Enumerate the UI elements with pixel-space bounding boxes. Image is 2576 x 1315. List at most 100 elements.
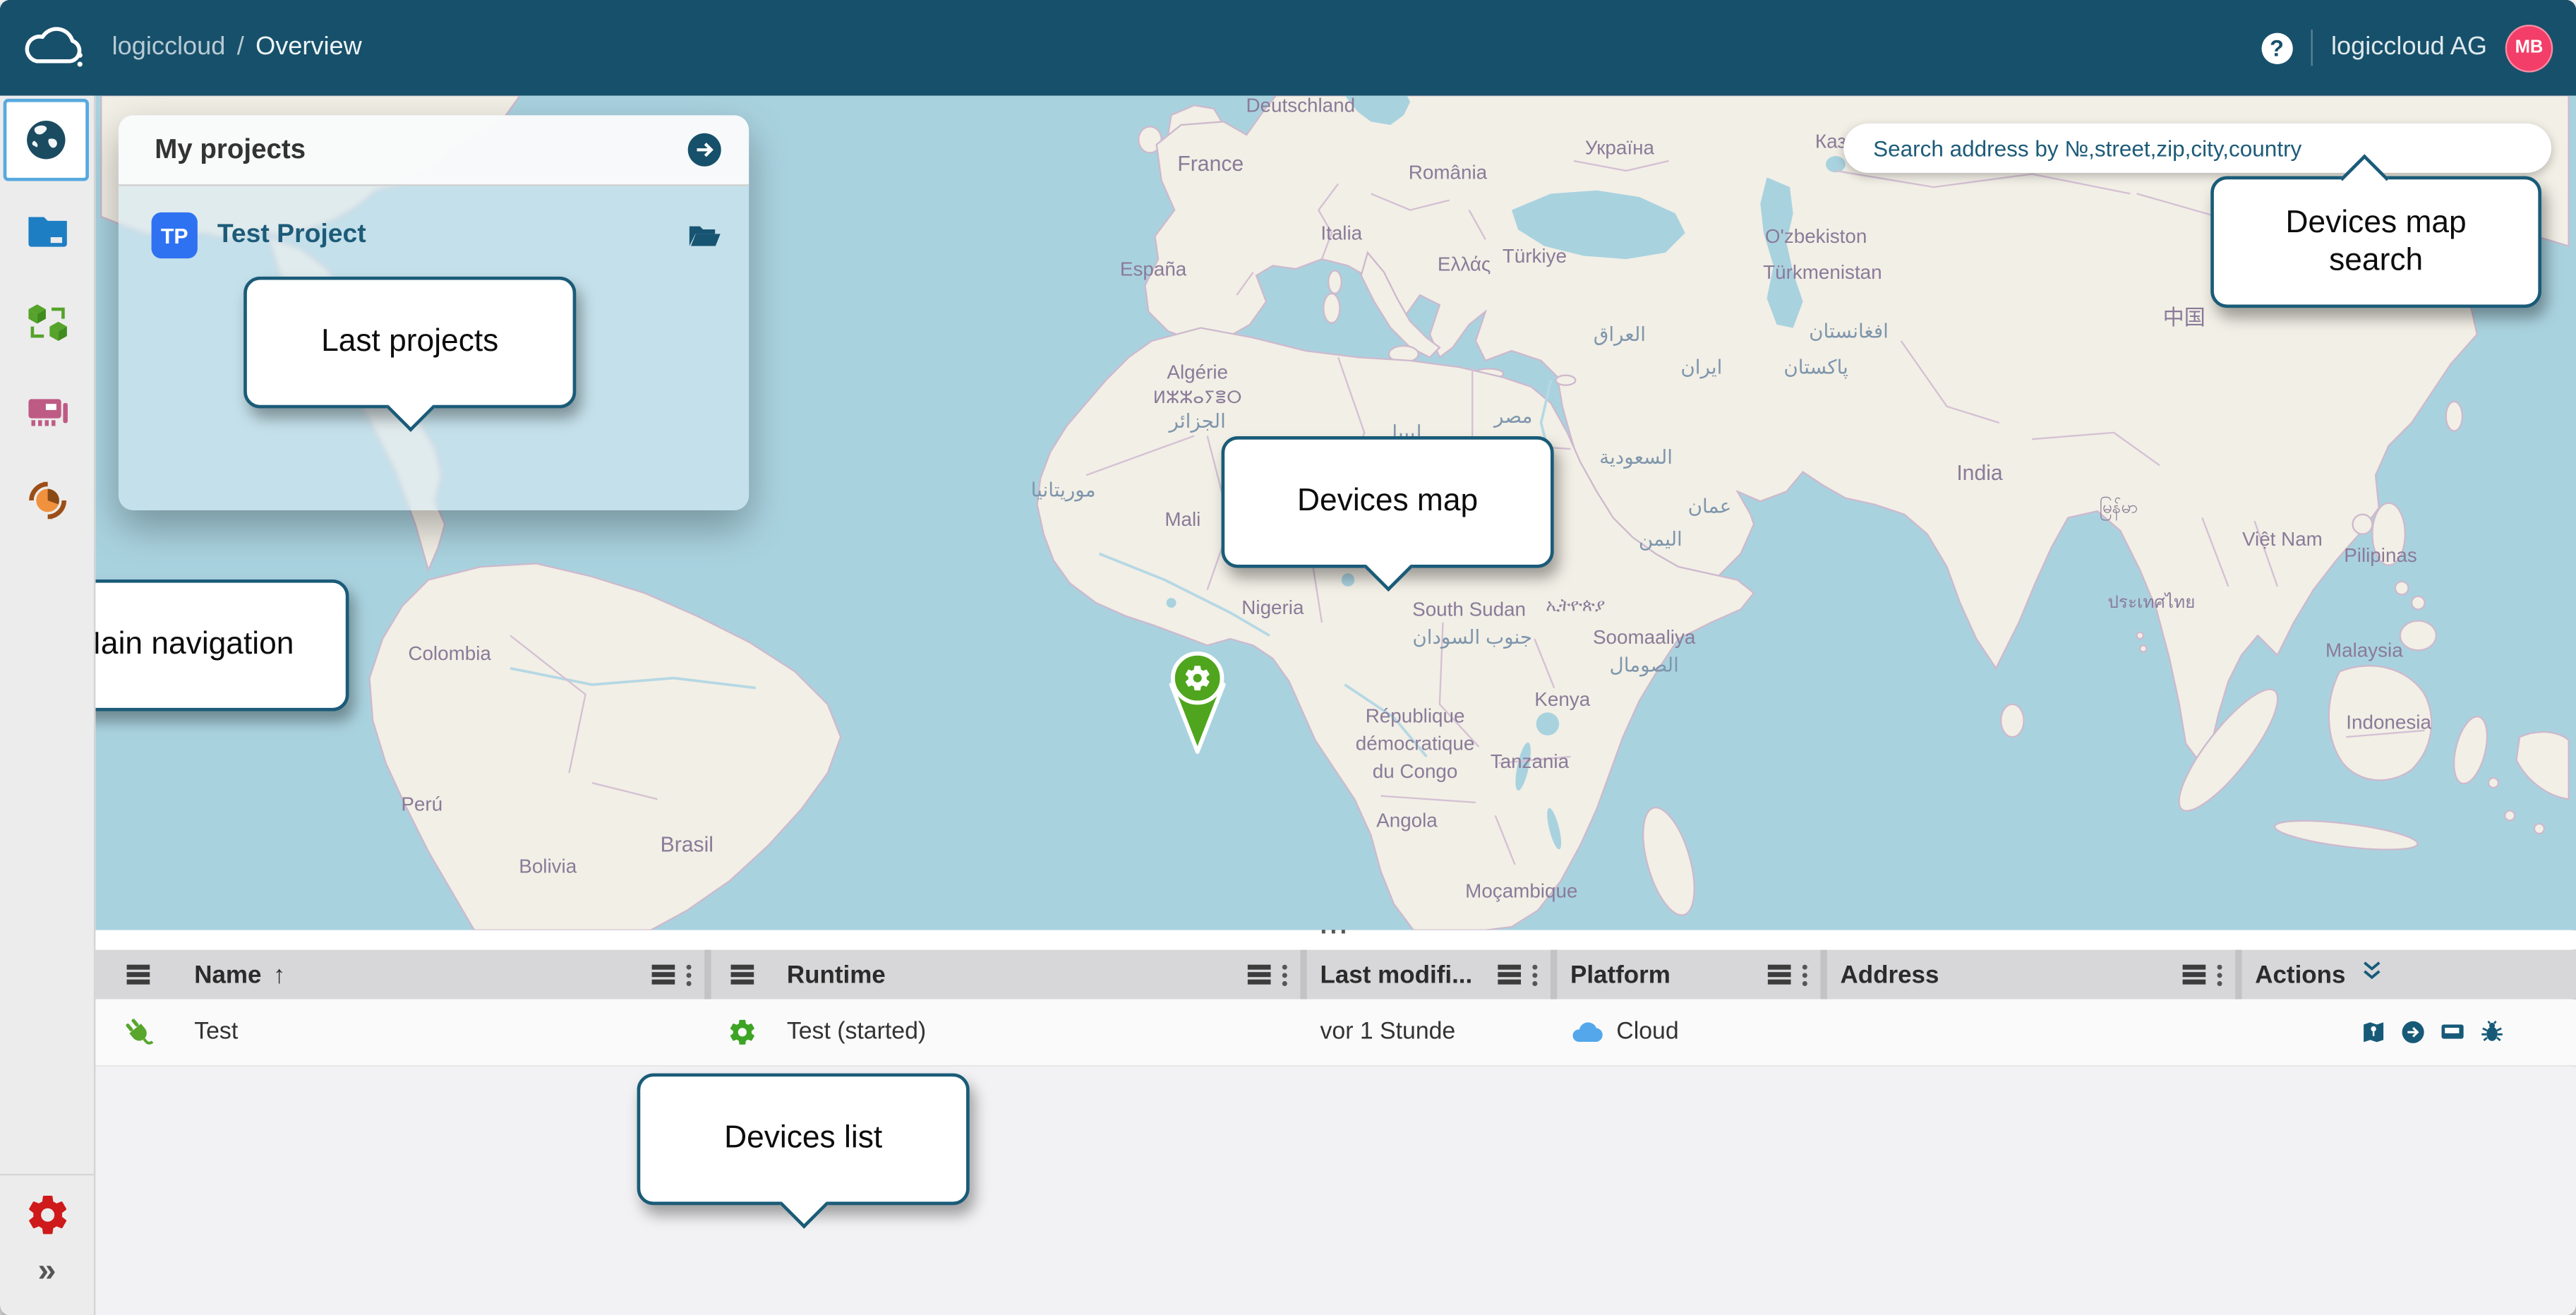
column-last-modified-label: Last modifi... bbox=[1320, 961, 1472, 989]
column-separator[interactable] bbox=[704, 950, 711, 999]
column-separator[interactable] bbox=[2235, 950, 2241, 999]
map-country-label: République bbox=[1366, 704, 1465, 726]
device-table-row[interactable]: Test Test (started) vor 1 Stunde Cloud bbox=[94, 999, 2576, 1067]
column-runtime-state[interactable] bbox=[711, 950, 774, 999]
logiccloud-logo-icon[interactable] bbox=[23, 23, 89, 73]
expand-rows-chevrons-icon[interactable] bbox=[2357, 956, 2387, 992]
column-menu-icon[interactable] bbox=[1248, 966, 1271, 969]
sidebar-item-devices[interactable] bbox=[0, 376, 94, 448]
cloud-platform-icon bbox=[1570, 1019, 1603, 1045]
packages-icon bbox=[24, 299, 70, 345]
column-name[interactable]: Name ↑ bbox=[181, 950, 705, 999]
column-last-modified[interactable]: Last modifi... bbox=[1307, 950, 1551, 999]
map-country-label: Türkmenistan bbox=[1763, 261, 1882, 283]
my-projects-title: My projects bbox=[155, 134, 306, 165]
column-separator[interactable] bbox=[1551, 950, 1557, 999]
column-address-label: Address bbox=[1840, 961, 1939, 989]
sidebar-item-projects[interactable] bbox=[0, 194, 94, 267]
map-country-label: ايران bbox=[1680, 356, 1722, 378]
device-last-modified: vor 1 Stunde bbox=[1320, 1019, 1455, 1045]
globe-icon bbox=[23, 117, 69, 163]
sidebar-item-overview[interactable] bbox=[4, 99, 89, 181]
drag-handle-icon bbox=[126, 966, 149, 969]
callout-last-projects-text: Last projects bbox=[321, 323, 498, 361]
sidebar-collapse-chevron[interactable]: » bbox=[0, 1248, 94, 1294]
runtime-running-gear-icon bbox=[728, 1017, 757, 1047]
column-actions[interactable]: Actions bbox=[2242, 950, 2576, 999]
search-input[interactable] bbox=[1870, 134, 2524, 162]
open-projects-arrow-icon[interactable] bbox=[687, 132, 723, 168]
column-separator[interactable] bbox=[1300, 950, 1306, 999]
map-country-label: الصومال bbox=[1610, 654, 1679, 676]
open-folder-icon[interactable] bbox=[687, 217, 723, 253]
map-country-label: España bbox=[1120, 258, 1187, 280]
help-icon[interactable]: ? bbox=[2261, 32, 2292, 63]
map-country-label: Каз bbox=[1815, 130, 1846, 152]
map-country-label: پاکستان bbox=[1783, 356, 1848, 378]
device-hmi-icon[interactable] bbox=[2439, 1019, 2465, 1045]
debug-bug-icon[interactable] bbox=[2479, 1019, 2505, 1045]
sidebar-item-monitoring[interactable] bbox=[0, 464, 94, 537]
user-avatar[interactable]: MB bbox=[2505, 24, 2553, 72]
map-country-label: ⵍⵣⵣⴰⵢⴻⵔ bbox=[1153, 388, 1242, 407]
map-country-label: Italia bbox=[1320, 222, 1362, 244]
device-platform: Cloud bbox=[1616, 1019, 1678, 1045]
column-options-icon[interactable] bbox=[1282, 964, 1287, 969]
sidebar-item-settings[interactable] bbox=[0, 1179, 94, 1251]
callout-last-projects: Last projects bbox=[243, 277, 576, 409]
breadcrumb-app[interactable]: logiccloud bbox=[112, 33, 226, 63]
map-address-search bbox=[1843, 124, 2551, 173]
column-separator[interactable] bbox=[1820, 950, 1826, 999]
device-runtime: Test (started) bbox=[787, 1019, 926, 1045]
column-platform[interactable]: Platform bbox=[1557, 950, 1820, 999]
show-on-map-icon[interactable] bbox=[2360, 1019, 2386, 1045]
header-divider bbox=[2311, 30, 2313, 66]
column-options-icon[interactable] bbox=[1532, 964, 1537, 969]
callout-devices-list: Devices list bbox=[637, 1074, 970, 1206]
column-address[interactable]: Address bbox=[1827, 950, 2235, 999]
pie-chart-icon bbox=[24, 477, 70, 523]
map-country-label: Algérie bbox=[1167, 361, 1228, 383]
map-country-label: Tanzania bbox=[1491, 750, 1570, 772]
column-options-icon[interactable] bbox=[687, 964, 692, 969]
map-country-label: Україна bbox=[1585, 137, 1655, 159]
column-menu-icon[interactable] bbox=[2183, 966, 2206, 969]
map-country-label: مصر bbox=[1493, 405, 1532, 428]
map-country-label: မြန်မာ bbox=[2100, 496, 2138, 521]
map-country-label: Ελλάς bbox=[1438, 253, 1491, 275]
map-resize-handle[interactable]: ··· bbox=[1308, 927, 1361, 948]
map-country-label: افغانستان bbox=[1809, 320, 1889, 342]
map-country-label: 中国 bbox=[2163, 306, 2205, 330]
sidebar-divider bbox=[0, 1174, 94, 1175]
help-glyph: ? bbox=[2270, 35, 2284, 61]
column-menu-icon[interactable] bbox=[1498, 966, 1521, 969]
map-country-label: du Congo bbox=[1373, 760, 1458, 782]
map-country-label: Angola bbox=[1376, 810, 1438, 831]
open-device-icon[interactable] bbox=[2400, 1019, 2426, 1045]
column-menu-icon[interactable] bbox=[1768, 966, 1791, 969]
project-badge: TP bbox=[152, 212, 198, 258]
map-country-label: Malaysia bbox=[2325, 640, 2403, 661]
callout-devices-map: Devices map bbox=[1222, 436, 1554, 568]
column-menu-icon[interactable] bbox=[652, 966, 675, 969]
column-runtime[interactable]: Runtime bbox=[774, 950, 1300, 999]
column-options-icon[interactable] bbox=[2217, 964, 2222, 969]
collapse-glyph: » bbox=[37, 1252, 56, 1290]
project-list-item[interactable]: TP Test Project bbox=[152, 212, 723, 258]
avatar-initials: MB bbox=[2515, 38, 2544, 58]
column-runtime-label: Runtime bbox=[787, 961, 886, 989]
main-navigation-sidebar: » bbox=[0, 95, 95, 1315]
map-country-label: România bbox=[1409, 162, 1488, 184]
sort-asc-icon[interactable]: ↑ bbox=[273, 961, 285, 989]
column-options-icon[interactable] bbox=[1802, 964, 1807, 969]
project-initials: TP bbox=[161, 223, 188, 248]
column-row-drag[interactable] bbox=[94, 950, 181, 999]
connected-plug-icon bbox=[121, 1016, 154, 1049]
map-country-label: India bbox=[1956, 462, 2003, 485]
breadcrumb-page[interactable]: Overview bbox=[255, 33, 362, 63]
map-country-label: ประเทศไทย bbox=[2107, 592, 2195, 612]
plc-device-icon bbox=[24, 388, 70, 434]
map-country-label: Moçambique bbox=[1465, 879, 1577, 901]
callout-devices-map-text: Devices map bbox=[1297, 483, 1478, 521]
sidebar-item-deployments[interactable] bbox=[0, 287, 94, 359]
